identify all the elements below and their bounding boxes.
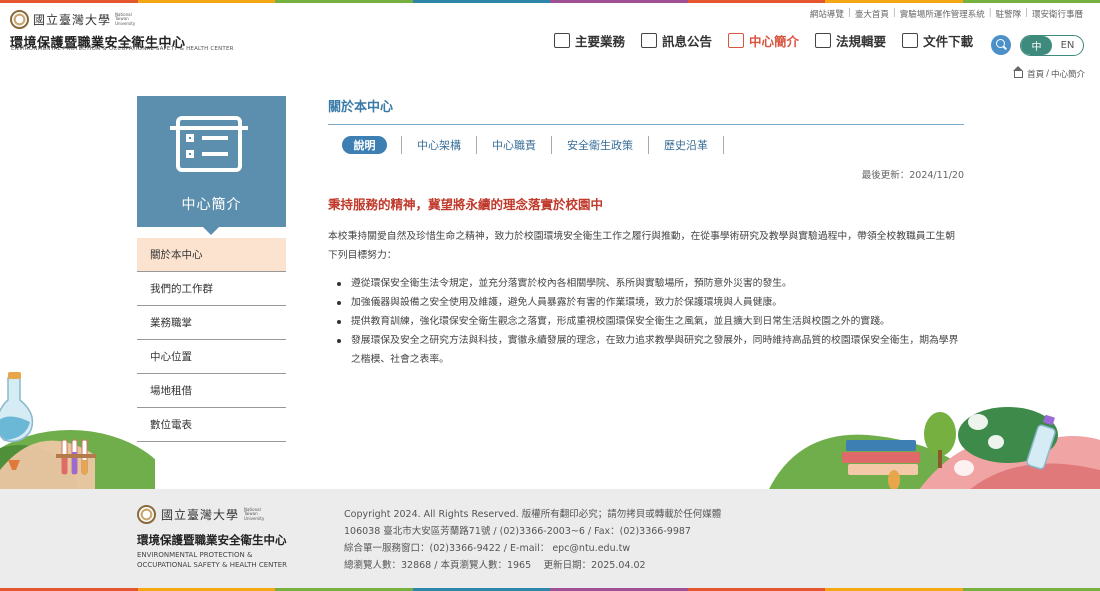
search-icon[interactable] <box>991 35 1011 55</box>
download-icon <box>902 33 919 48</box>
list-item: 發展環保及安全之研究方法與科技，實徹永續發展的理念，在致力追求教學與研究之發展外… <box>337 331 964 369</box>
list-item: 遵從環保安全衛生法令規定，並充分落實於校內各相關學院、系所與實驗場所，預防意外災… <box>337 274 964 293</box>
main-nav: 主要業務 訊息公告 中心簡介 法規輯要 文件下載 <box>554 31 973 50</box>
sidebar-header: 中心簡介 <box>137 96 286 235</box>
people-icon <box>554 33 570 48</box>
home-icon <box>1013 65 1024 78</box>
tab-safety-policy[interactable]: 安全衛生政策 <box>552 136 649 154</box>
lang-zh-button[interactable]: 中 <box>1021 36 1052 55</box>
news-icon <box>641 33 658 48</box>
footer-title: 環境保護暨職業安全衛生中心 <box>137 533 287 547</box>
nav-label: 主要業務 <box>575 34 626 49</box>
footer-ntu-logo[interactable]: 國立臺灣大學 National Taiwan University <box>137 505 270 524</box>
sidebar-item-location[interactable]: 中心位置 <box>137 340 286 374</box>
list-item: 加強儀器與設備之安全使用及維護，避免人員暴露於有害的作業環境，致力於保護環境與人… <box>337 293 964 312</box>
site-header: 國立臺灣大學 National Taiwan University 環境保護暨職… <box>0 3 1100 57</box>
nav-label: 法規輯要 <box>836 34 887 49</box>
footer-stats: 總瀏覽人數：32868 / 本頁瀏覽人數：1965 更新日期：2025.04.0… <box>344 560 646 571</box>
content-headline: 秉持服務的精神，冀望將永續的理念落實於校園中 <box>328 197 604 212</box>
nav-label: 訊息公告 <box>662 34 713 49</box>
sidebar-item-duties[interactable]: 業務職掌 <box>137 306 286 340</box>
top-link-calendar[interactable]: 環安衛行事曆 <box>1032 8 1083 20</box>
breadcrumb-separator: / <box>1046 69 1049 79</box>
top-link-ntu-home[interactable]: 臺大首頁 <box>855 8 889 20</box>
nav-label: 中心簡介 <box>749 34 800 49</box>
top-link-sitemap[interactable]: 網站導覽 <box>810 8 844 20</box>
tab-history[interactable]: 歷史沿革 <box>649 136 724 154</box>
tab-structure[interactable]: 中心架構 <box>401 136 477 154</box>
page-title: 關於本中心 <box>328 96 964 125</box>
footer-info: Copyright 2024. All Rights Reserved. 版權所… <box>344 506 721 574</box>
intro-paragraph: 本校秉持關愛自然及珍惜生命之精神，致力於校園環境安全衛生工作之履行與推動，在從事… <box>328 231 955 261</box>
site-footer: 國立臺灣大學 National Taiwan University 環境保護暨職… <box>0 489 1100 591</box>
nav-item-news[interactable]: 訊息公告 <box>641 31 712 50</box>
nav-label: 文件下載 <box>923 34 974 49</box>
footer-address: 106038 臺北市大安區芳蘭路71號 / (02)3366-2003~6 / … <box>344 526 691 537</box>
top-link-lab-system[interactable]: 實驗場所運作管理系統 <box>900 8 985 20</box>
last-updated: 最後更新：2024/11/20 <box>861 170 964 181</box>
ntu-seal-icon <box>10 10 29 29</box>
ntu-seal-icon <box>137 505 156 524</box>
footer-subtitle: ENVIRONMENTAL PROTECTION & OCCUPATIONAL … <box>137 550 297 570</box>
ntu-name: 國立臺灣大學 <box>161 508 240 522</box>
breadcrumb-home[interactable]: 首頁 <box>1027 68 1044 80</box>
environment-illustration <box>768 407 1100 491</box>
tab-description[interactable]: 說明 <box>342 136 387 154</box>
footer-subtitle-line: OCCUPATIONAL SAFETY & HEALTH CENTER <box>137 561 287 569</box>
sidebar-item-digital-meter[interactable]: 數位電表 <box>137 408 286 442</box>
breadcrumb: 首頁 / 中心簡介 <box>1013 65 1085 80</box>
ntu-english-name: National Taiwan University <box>115 11 136 26</box>
nav-item-about[interactable]: 中心簡介 <box>728 31 799 50</box>
site-subtitle: ENVIRONMENTAL PROTECTION & OCCUPATIONAL … <box>11 46 234 52</box>
whiteboard-icon <box>170 116 248 172</box>
sidebar-menu: 關於本中心 我們的工作群 業務職掌 中心位置 場地租借 數位電表 <box>137 238 286 442</box>
breadcrumb-current: 中心簡介 <box>1050 70 1085 80</box>
nav-item-downloads[interactable]: 文件下載 <box>902 31 973 50</box>
ntu-english-name: National Taiwan University <box>244 506 265 521</box>
goal-list: 遵從環保安全衛生法令規定，並充分落實於校內各相關學院、系所與實驗場所，預防意外災… <box>337 274 964 369</box>
footer-contact: 綜合單一服務窗口：(02)3366-9422 / E-mail： epc@ntu… <box>344 543 631 554</box>
book-icon <box>815 33 832 48</box>
content-tabs: 說明 中心架構 中心職責 安全衛生政策 歷史沿革 <box>342 136 964 154</box>
nav-item-regulations[interactable]: 法規輯要 <box>815 31 886 50</box>
sidebar-title: 中心簡介 <box>181 197 242 213</box>
top-links: 網站導覽 | 臺大首頁 | 實驗場所運作管理系統 | 駐警隊 | 環安衛行事曆 <box>809 8 1083 20</box>
top-link-police[interactable]: 駐警隊 <box>996 8 1022 20</box>
footer-subtitle-line: ENVIRONMENTAL PROTECTION & <box>137 551 253 559</box>
sidebar-item-team[interactable]: 我們的工作群 <box>137 272 286 306</box>
nav-item-main-business[interactable]: 主要業務 <box>554 31 625 50</box>
board-icon <box>728 33 745 48</box>
sidebar-item-about[interactable]: 關於本中心 <box>137 238 286 272</box>
lang-en-button[interactable]: EN <box>1052 36 1083 55</box>
list-item: 提供教育訓練，強化環保安全衛生觀念之落實，形成重視校園環保安全衛生之風氣，並且擴… <box>337 312 964 331</box>
language-toggle[interactable]: 中 EN <box>1020 35 1084 56</box>
lab-flask-illustration <box>0 372 155 490</box>
sidebar-item-venue-rental[interactable]: 場地租借 <box>137 374 286 408</box>
main-content: 關於本中心 說明 中心架構 中心職責 安全衛生政策 歷史沿革 最後更新：2024… <box>328 96 964 369</box>
footer-copyright: Copyright 2024. All Rights Reserved. 版權所… <box>344 509 722 520</box>
ntu-logo[interactable]: 國立臺灣大學 National Taiwan University <box>10 10 141 29</box>
ntu-name: 國立臺灣大學 <box>33 13 112 27</box>
tab-responsibilities[interactable]: 中心職責 <box>477 136 552 154</box>
